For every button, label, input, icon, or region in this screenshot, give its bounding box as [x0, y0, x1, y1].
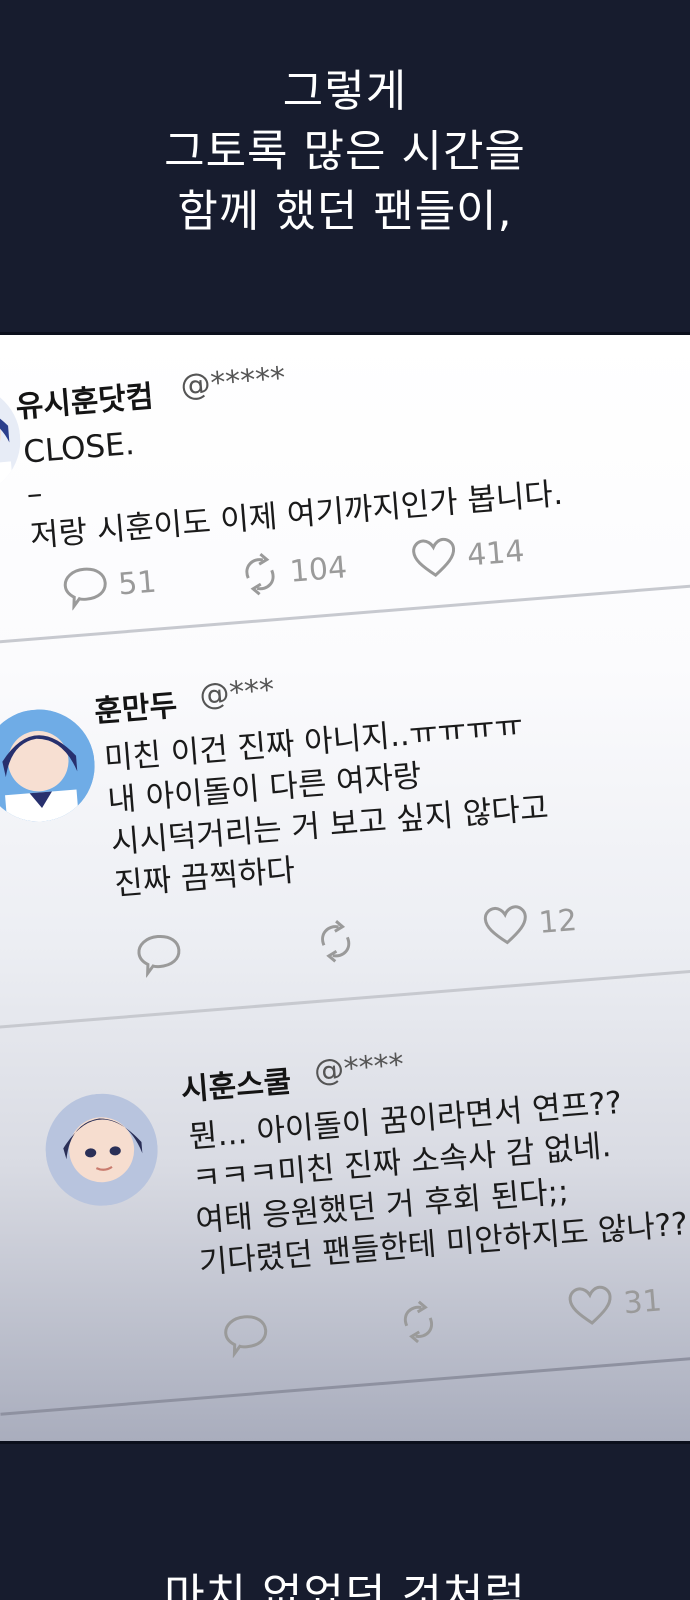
retweet-count: 104 [288, 549, 349, 590]
post-handle[interactable]: @**** [313, 1047, 406, 1089]
post-handle[interactable]: @***** [179, 361, 286, 404]
post-divider [0, 965, 690, 1031]
caption-line: 그토록 많은 시간을 [164, 126, 526, 177]
comment-button[interactable] [134, 930, 193, 979]
feed-tilted-layer: 유시훈닷컴 @***** CLOSE. – 저랑 시훈이도 이제 여기까지인가 … [0, 335, 690, 1441]
post-divider [0, 1350, 690, 1416]
like-count: 414 [465, 533, 526, 573]
narration-caption: 그렇게 그토록 많은 시간을 함께 했던 팬들이, [0, 62, 690, 242]
like-count: 12 [537, 902, 579, 941]
avatar[interactable] [41, 1089, 162, 1211]
post-handle[interactable]: @*** [198, 672, 276, 713]
speech-bubble-icon [63, 567, 107, 611]
avatar-portrait-icon [0, 705, 99, 826]
like-button[interactable]: 31 [566, 1279, 663, 1328]
post-username[interactable]: 유시훈닷컴 [14, 371, 155, 426]
retweet-button[interactable] [314, 916, 368, 966]
post-card: 시훈스쿨 @**** 뭔... 아이돌이 꿈이라면서 연프?? ㅋㅋㅋ미친 진짜… [0, 977, 690, 1359]
heart-icon [412, 537, 456, 577]
retweet-icon [403, 1300, 433, 1344]
top-caption-panel: 그렇게 그토록 많은 시간을 함께 했던 팬들이, [0, 0, 690, 332]
caption-line: 함께 했던 팬들이, [177, 186, 513, 237]
avatar[interactable] [0, 705, 99, 826]
post-username[interactable]: 시훈스쿨 [179, 1056, 293, 1109]
like-button[interactable]: 12 [481, 899, 578, 948]
retweet-icon [245, 552, 275, 596]
retweet-icon [321, 920, 351, 963]
caption-line: 그렇게 [282, 66, 408, 117]
speech-bubble-icon [137, 935, 181, 979]
comment-button[interactable]: 51 [61, 560, 158, 611]
heart-icon [568, 1285, 612, 1325]
comment-button[interactable] [221, 1310, 280, 1359]
post-body: 뭔... 아이돌이 꿈이라면서 연프?? ㅋㅋㅋ미친 진짜 소속사 감 없네. … [187, 1077, 690, 1284]
comment-count: 51 [116, 564, 158, 603]
retweet-button[interactable] [397, 1297, 451, 1347]
like-button[interactable]: 414 [410, 530, 526, 581]
post-username[interactable]: 훈만두 [92, 680, 178, 730]
social-feed-panel: 유시훈닷컴 @***** CLOSE. – 저랑 시훈이도 이제 여기까지인가 … [0, 332, 690, 1444]
narration-caption-bottom: 마치 없었던 것처럼 [164, 1570, 526, 1600]
heart-icon [483, 905, 527, 945]
avatar-portrait-icon [41, 1089, 162, 1211]
post-body: 미친 이건 진짜 아니지..ㅠㅠㅠㅠ 내 아이돌이 다른 여자랑 시시덕거리는 … [103, 703, 554, 906]
like-count: 31 [622, 1282, 664, 1321]
retweet-button[interactable]: 104 [238, 544, 349, 598]
speech-bubble-icon [224, 1315, 268, 1359]
